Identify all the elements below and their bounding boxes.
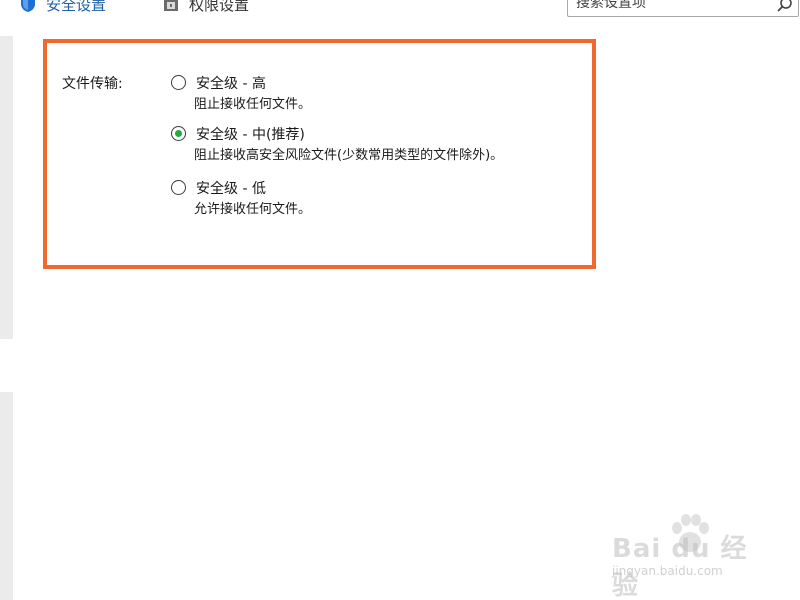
tab-security-label: 安全设置 bbox=[46, 0, 107, 14]
radio-dot bbox=[175, 130, 182, 137]
tab-security-settings[interactable]: 安全设置 bbox=[20, 0, 106, 14]
option-title: 安全级 - 高 bbox=[196, 76, 266, 92]
search-input[interactable] bbox=[567, 0, 799, 17]
option-title: 安全级 - 中(推荐) bbox=[196, 127, 305, 143]
tab-permission-label: 权限设置 bbox=[189, 0, 250, 14]
settings-toolbar: 安全设置 权限设置 bbox=[0, 0, 800, 20]
radio-security-low[interactable] bbox=[171, 180, 186, 195]
sidebar-strip bbox=[0, 392, 13, 600]
radio-security-high[interactable] bbox=[171, 75, 186, 90]
option-title: 安全级 - 低 bbox=[196, 181, 266, 197]
baidu-jingyan-watermark: Bai du 经验 jingyan.baidu.com bbox=[612, 512, 772, 600]
file-transfer-label: 文件传输: bbox=[62, 76, 123, 92]
tab-permission-settings[interactable]: 权限设置 bbox=[163, 0, 249, 14]
option-description: 阻止接收任何文件。 bbox=[194, 97, 312, 112]
radio-security-medium[interactable] bbox=[171, 126, 186, 141]
option-description: 允许接收任何文件。 bbox=[194, 202, 312, 217]
lock-icon bbox=[164, 0, 178, 11]
search-icon[interactable] bbox=[776, 0, 794, 14]
option-description: 阻止接收高安全风险文件(少数常用类型的文件除外)。 bbox=[194, 148, 504, 163]
shield-icon bbox=[21, 0, 35, 12]
sidebar-strip bbox=[0, 36, 13, 339]
settings-window: 安全设置 权限设置 文件传输: 安全级 - 高 阻止接收任何文件。 安全级 - … bbox=[0, 0, 800, 600]
watermark-url: jingyan.baidu.com bbox=[612, 564, 723, 578]
